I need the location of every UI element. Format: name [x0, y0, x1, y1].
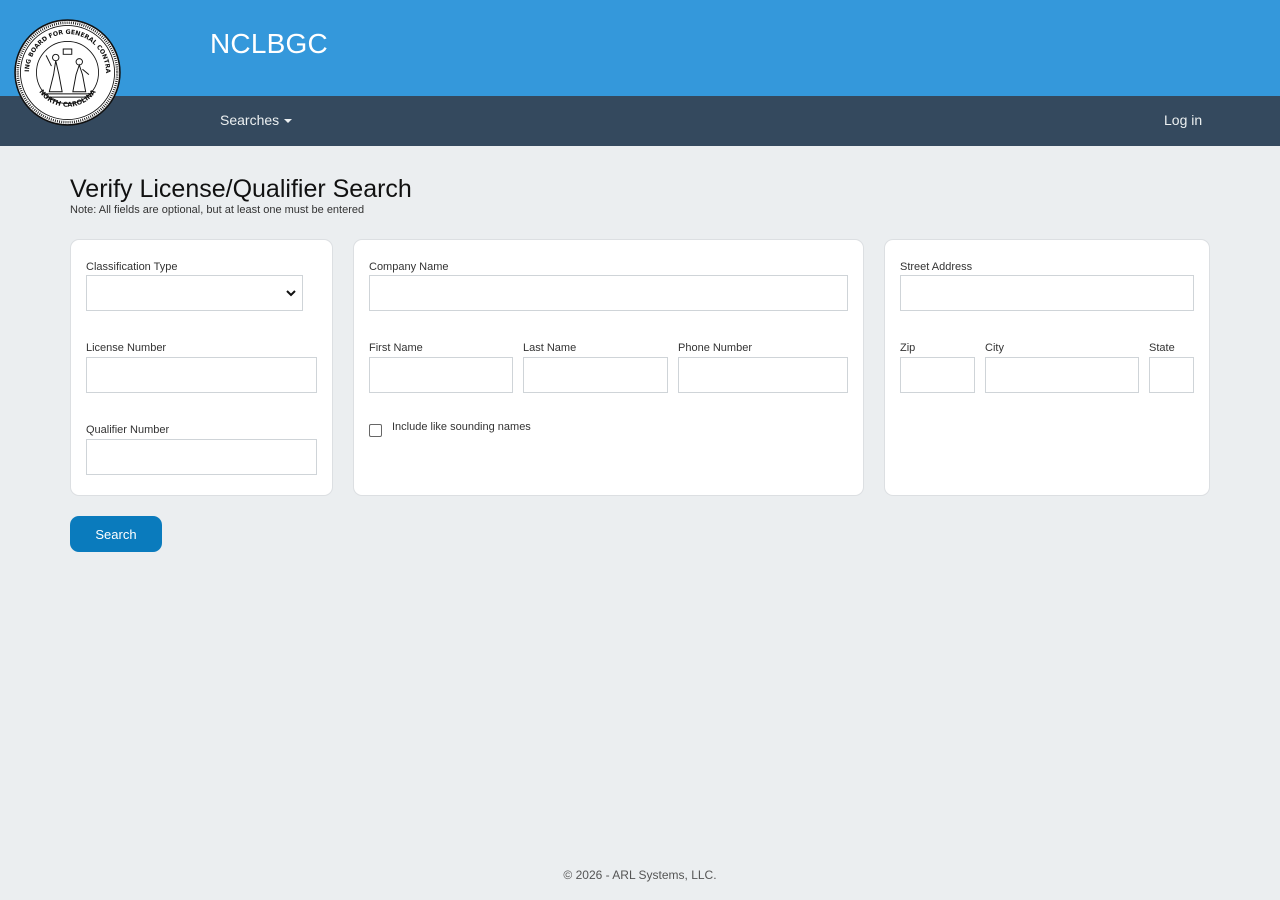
page-title: Verify License/Qualifier Search [70, 175, 412, 203]
zip-label: Zip [900, 342, 916, 354]
state-board-seal-icon[interactable]: LICENSING BOARD FOR GENERAL CONTRACTORS … [14, 19, 121, 126]
chevron-down-icon [286, 290, 296, 297]
name-card: Company Name First Name Last Name Phone … [353, 239, 864, 496]
last-name-input[interactable] [523, 357, 668, 393]
license-number-label: License Number [86, 342, 167, 354]
license-card: Classification Type License Number Quali… [70, 239, 333, 496]
last-name-label: Last Name [523, 342, 577, 354]
street-address-input[interactable] [900, 275, 1194, 311]
search-button[interactable]: Search [70, 516, 162, 552]
company-name-label: Company Name [369, 261, 449, 273]
searches-menu[interactable]: Searches [220, 112, 293, 128]
address-card: Street Address Zip City State [884, 239, 1210, 496]
city-input[interactable] [985, 357, 1139, 393]
footer-copyright: © 2026 - ARL Systems, LLC. [563, 868, 717, 882]
qualifier-number-label: Qualifier Number [86, 424, 170, 436]
classification-type-select[interactable] [86, 275, 303, 311]
company-name-input[interactable] [369, 275, 848, 311]
state-label: State [1149, 342, 1175, 354]
license-number-input[interactable] [86, 357, 317, 393]
state-input[interactable] [1149, 357, 1194, 393]
like-sounding-checkbox[interactable] [369, 424, 382, 437]
qualifier-number-input[interactable] [86, 439, 317, 475]
phone-number-input[interactable] [678, 357, 848, 393]
classification-type-label: Classification Type [86, 261, 178, 273]
header-bar: NCLBGC [0, 0, 1280, 96]
city-label: City [985, 342, 1004, 354]
brand-title[interactable]: NCLBGC [210, 28, 328, 60]
caret-down-icon [284, 119, 293, 123]
like-sounding-label[interactable]: Include like sounding names [392, 421, 531, 433]
login-link[interactable]: Log in [1164, 112, 1202, 128]
first-name-label: First Name [369, 342, 423, 354]
street-address-label: Street Address [900, 261, 973, 273]
page-note: Note: All fields are optional, but at le… [70, 204, 365, 216]
nav-bar: Searches Log in [0, 96, 1280, 146]
searches-menu-label: Searches [220, 112, 280, 128]
zip-input[interactable] [900, 357, 975, 393]
first-name-input[interactable] [369, 357, 513, 393]
phone-number-label: Phone Number [678, 342, 752, 354]
